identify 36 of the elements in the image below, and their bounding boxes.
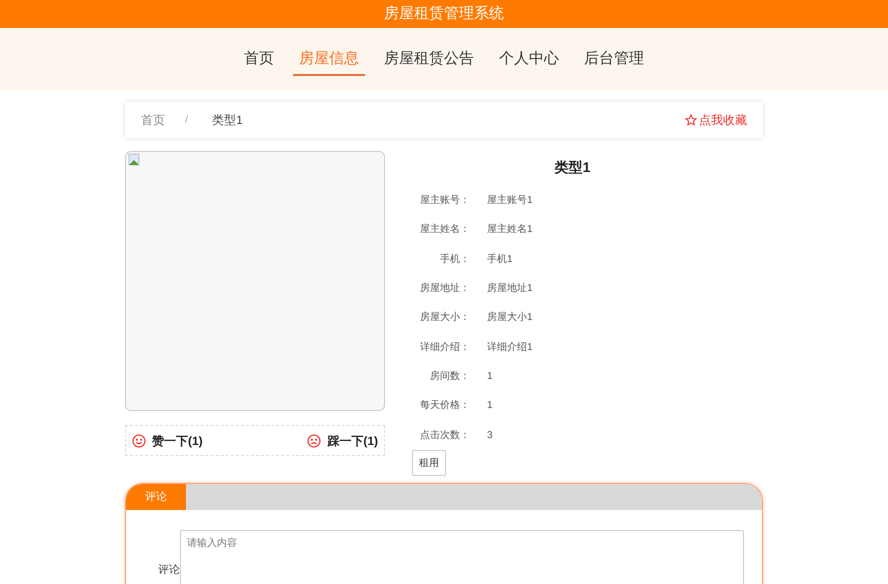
field-label: 屋主账号： xyxy=(419,194,470,208)
field-label: 房屋大小： xyxy=(419,310,470,326)
smile-icon xyxy=(132,434,146,448)
field-label: 详细介绍： xyxy=(419,340,470,355)
field-label: 点击次数： xyxy=(419,428,470,443)
breadcrumb-link[interactable]: 首页 xyxy=(141,111,165,129)
field-value: 房屋大小1 xyxy=(487,310,533,326)
field-value: 3 xyxy=(487,428,493,443)
like-button[interactable]: 赞一下(1) xyxy=(132,432,203,450)
comment-field[interactable]: 请输入内容 xyxy=(180,530,744,584)
nav-link[interactable]: 后台管理 xyxy=(578,44,650,76)
field-label: 屋主姓名： xyxy=(419,222,470,238)
field-value: 详细介绍1 xyxy=(487,340,533,355)
comment-label: 评论 xyxy=(157,563,180,578)
field-label: 手机： xyxy=(439,252,470,267)
field-value: 屋主姓名1 xyxy=(487,222,533,238)
field-value: 1 xyxy=(487,370,493,384)
field-value: 屋主账号1 xyxy=(487,194,533,208)
site-title: 房屋租赁管理系统 xyxy=(384,4,504,24)
rent-button[interactable]: 租用 xyxy=(412,450,446,476)
nav-link[interactable]: 房屋租赁公告 xyxy=(378,44,480,76)
nav-link[interactable]: 首页 xyxy=(238,44,280,76)
dislike-button[interactable]: 踩一下(1) xyxy=(307,432,378,450)
breadcrumb-current: 类型1 xyxy=(212,112,243,129)
field-value: 1 xyxy=(487,399,493,414)
breadcrumb-separator: / xyxy=(185,112,188,128)
nav-link[interactable]: 个人中心 xyxy=(493,44,565,76)
field-label: 房屋地址： xyxy=(419,282,470,296)
house-title: 类型1 xyxy=(554,158,592,177)
star-icon xyxy=(685,114,697,126)
field-label: 每天价格： xyxy=(419,398,470,414)
field-value: 房屋地址1 xyxy=(487,282,533,296)
field-label: 房间数： xyxy=(429,370,470,384)
favorite-button[interactable]: 点我收藏 xyxy=(685,111,747,129)
frown-icon xyxy=(307,434,322,448)
field-value: 手机1 xyxy=(487,252,513,267)
